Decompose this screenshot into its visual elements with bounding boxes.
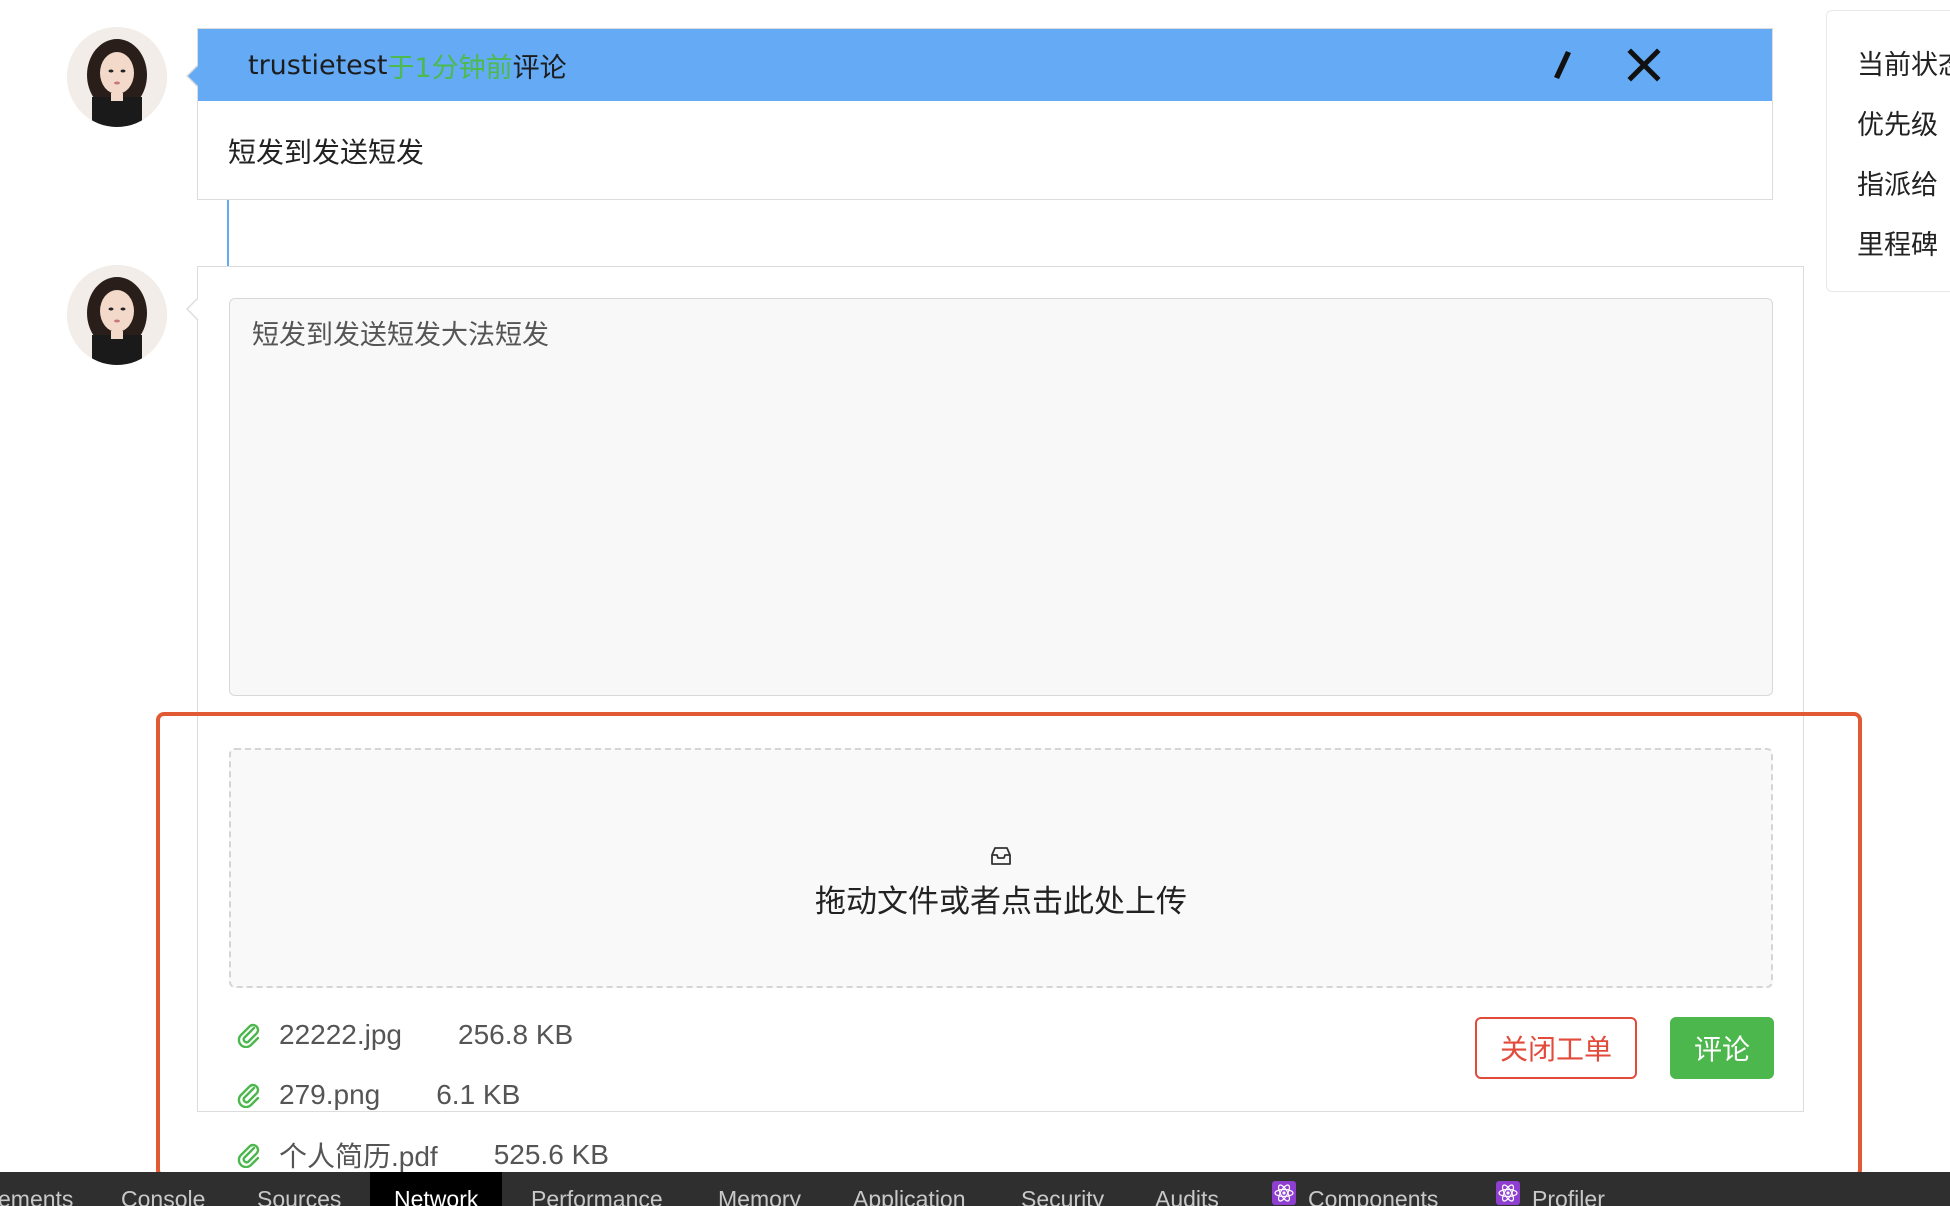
tab-performance[interactable]: Performance (531, 1172, 663, 1206)
upload-dropzone[interactable]: 拖动文件或者点击此处上传 (229, 748, 1773, 988)
comment-body: 短发到发送短发 (228, 136, 425, 169)
paperclip-icon (229, 1075, 269, 1115)
attachment-name[interactable]: 个人简历.pdf (279, 1135, 438, 1175)
sidebar-item-milestone[interactable]: 里程碑 (1857, 223, 1938, 262)
comment-header: trustietest 于1分钟前 评论 (198, 29, 1772, 101)
reply-textarea[interactable]: 短发到发送短发大法短发 (229, 298, 1773, 696)
pencil-icon[interactable] (1534, 29, 1590, 101)
tab-components-label: Components (1308, 1186, 1439, 1206)
tab-network[interactable]: Network (370, 1172, 503, 1206)
attachment-size: 525.6 KB (493, 1139, 609, 1170)
close-ticket-button[interactable]: 关闭工单 (1475, 1017, 1637, 1079)
issue-sidebar: 当前状态 优先级 指派给 里程碑 (1826, 10, 1950, 292)
comment-author[interactable]: trustietest (248, 50, 387, 81)
tab-console[interactable]: Console (121, 1172, 205, 1206)
attachment-item[interactable]: 22222.jpg 256.8 KB (229, 1005, 609, 1065)
tab-memory[interactable]: Memory (718, 1172, 801, 1206)
sidebar-item-status[interactable]: 当前状态 (1857, 43, 1950, 82)
close-icon[interactable] (1616, 29, 1672, 101)
timeline-connector (227, 200, 229, 266)
attachment-list: 22222.jpg 256.8 KB 279.png 6.1 KB 个人简历.p… (229, 1005, 609, 1185)
attachment-name[interactable]: 22222.jpg (279, 1019, 402, 1051)
tab-application[interactable]: Application (853, 1172, 966, 1206)
attachment-item[interactable]: 279.png 6.1 KB (229, 1065, 609, 1125)
devtools-tabbar: ements Console Sources Network Performan… (0, 1172, 1950, 1206)
inbox-icon (990, 846, 1012, 870)
tab-profiler[interactable]: Profiler (1496, 1172, 1605, 1206)
paperclip-icon (229, 1015, 269, 1055)
react-icon (1272, 1180, 1296, 1205)
tab-security[interactable]: Security (1021, 1172, 1104, 1206)
reply-form: 短发到发送短发大法短发 拖动文件或者点击此处上传 22222.jpg 256.8… (186, 266, 1804, 1172)
user-avatar-image (67, 27, 167, 127)
avatar (67, 265, 167, 365)
attachment-size: 256.8 KB (458, 1019, 574, 1050)
tab-audits[interactable]: Audits (1155, 1172, 1219, 1206)
tab-profiler-label: Profiler (1532, 1186, 1605, 1206)
sidebar-item-priority[interactable]: 优先级 (1857, 103, 1938, 142)
paperclip-icon (229, 1135, 269, 1175)
tab-elements[interactable]: ements (0, 1172, 73, 1206)
comment-card: trustietest 于1分钟前 评论 短发到发送短发 (186, 28, 1773, 200)
sidebar-item-assignee[interactable]: 指派给 (1857, 163, 1938, 202)
comment-verb: 评论 (512, 52, 567, 84)
avatar (67, 27, 167, 127)
submit-comment-button[interactable]: 评论 (1670, 1017, 1774, 1079)
tab-components[interactable]: Components (1272, 1172, 1438, 1206)
attachment-name[interactable]: 279.png (279, 1079, 380, 1111)
react-icon (1496, 1180, 1520, 1205)
tab-sources[interactable]: Sources (257, 1172, 341, 1206)
user-avatar-image (67, 265, 167, 365)
comment-time: 于1分钟前 (387, 52, 513, 84)
attachment-size: 6.1 KB (436, 1079, 521, 1110)
upload-label: 拖动文件或者点击此处上传 (815, 883, 1187, 920)
